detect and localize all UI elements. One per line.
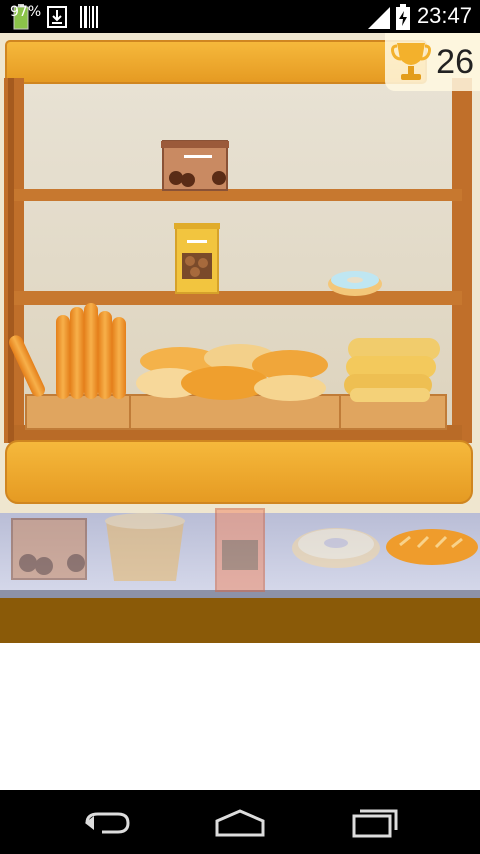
bakery-scene: 26 (0, 33, 480, 643)
clock: 23:47 (416, 3, 472, 28)
status-bar: 97% 23:47 (0, 0, 480, 33)
score-value: 26 (436, 43, 474, 81)
shelf-illustration (0, 33, 480, 643)
cookie-tin[interactable] (174, 223, 220, 294)
donut[interactable] (328, 271, 382, 296)
charging-battery-icon (396, 4, 410, 30)
barcode-icon (80, 6, 98, 28)
trophy-icon (391, 43, 431, 80)
counter-cupcake-wrapper[interactable] (105, 513, 185, 581)
battery-percentage: 97% (10, 4, 42, 20)
bread-loaves[interactable] (136, 344, 328, 401)
home-icon[interactable] (215, 809, 265, 837)
signal-icon (368, 7, 390, 29)
back-icon[interactable] (84, 810, 130, 836)
download-icon (47, 6, 67, 28)
counter-cookie-jar[interactable] (11, 518, 87, 580)
counter-bread-loaf[interactable] (386, 529, 478, 565)
empty-area (0, 643, 480, 790)
top-sign-board (5, 40, 427, 84)
score-panel: 26 (385, 33, 480, 91)
display-board (5, 440, 473, 504)
bread-rolls[interactable] (344, 338, 440, 402)
recents-icon[interactable] (352, 808, 398, 838)
navigation-bar (0, 790, 480, 854)
counter-base (0, 598, 480, 643)
counter-cookie-tin[interactable] (215, 508, 265, 592)
counter-donut[interactable] (292, 528, 380, 568)
cookie-jar[interactable] (161, 140, 229, 191)
